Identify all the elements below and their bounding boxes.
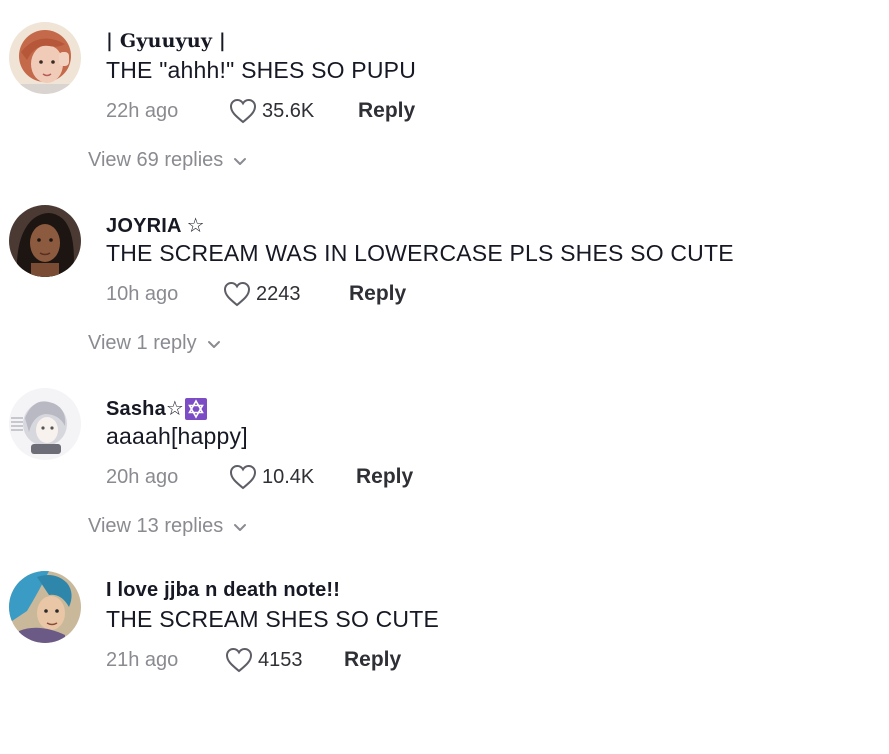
reply-button[interactable]: Reply xyxy=(358,99,415,123)
heart-icon xyxy=(225,647,253,673)
comment-item: | Gyuuyuy | THE "ahhh!" SHES SO PUPU 22h… xyxy=(0,22,889,205)
reply-button[interactable]: Reply xyxy=(349,282,406,306)
chevron-down-icon xyxy=(234,157,247,165)
view-replies-label: View 69 replies xyxy=(88,149,224,171)
chevron-down-icon xyxy=(234,523,247,531)
timestamp: 21h ago xyxy=(106,648,179,671)
username-label: Sasha☆ xyxy=(106,398,185,420)
comment-item: Sasha☆ aaaah[happy] 20h ago 10.4K Reply … xyxy=(0,388,889,571)
view-replies-button[interactable]: View 69 replies xyxy=(88,149,249,172)
heart-icon xyxy=(229,98,257,124)
timestamp: 10h ago xyxy=(106,282,179,305)
comment-item: I love jjba n death note!! THE SCREAM SH… xyxy=(0,571,889,754)
like-count: 35.6K xyxy=(262,99,315,122)
avatar[interactable] xyxy=(9,22,81,94)
heart-icon xyxy=(229,464,257,490)
comment-text: THE "ahhh!" SHES SO PUPU xyxy=(106,57,417,83)
timestamp: 22h ago xyxy=(106,99,179,122)
like-count: 10.4K xyxy=(262,465,315,488)
like-count: 4153 xyxy=(258,648,303,671)
comment-meta: 20h ago 10.4K Reply xyxy=(106,462,413,492)
avatar[interactable] xyxy=(9,388,81,460)
avatar[interactable] xyxy=(9,205,81,277)
chevron-down-icon xyxy=(207,340,220,348)
like-count: 2243 xyxy=(256,282,301,305)
view-replies-label: View 1 reply xyxy=(88,332,197,354)
comment-meta: 22h ago 35.6K Reply xyxy=(106,96,415,126)
heart-icon xyxy=(223,281,251,307)
comment-meta: 10h ago 2243 Reply xyxy=(106,279,406,309)
comment-text: THE SCREAM SHES SO CUTE xyxy=(106,606,440,632)
star-of-david-icon xyxy=(185,397,208,420)
reply-button[interactable]: Reply xyxy=(344,648,401,672)
comment-text: aaaah[happy] xyxy=(106,423,248,449)
username[interactable]: Sasha☆ xyxy=(106,396,208,421)
view-replies-button[interactable]: View 13 replies xyxy=(88,515,249,538)
like-button[interactable]: 4153 xyxy=(224,646,303,674)
username[interactable]: | Gyuuyuy | xyxy=(106,30,226,52)
view-replies-label: View 13 replies xyxy=(88,515,224,537)
comment-item: JOYRIA ☆ THE SCREAM WAS IN LOWERCASE PLS… xyxy=(0,205,889,388)
comment-text: THE SCREAM WAS IN LOWERCASE PLS SHES SO … xyxy=(106,240,734,266)
comment-meta: 21h ago 4153 Reply xyxy=(106,645,401,675)
timestamp: 20h ago xyxy=(106,465,179,488)
reply-button[interactable]: Reply xyxy=(356,465,413,489)
view-replies-button[interactable]: View 1 reply xyxy=(88,332,223,355)
username[interactable]: I love jjba n death note!! xyxy=(106,579,340,602)
like-button[interactable]: 2243 xyxy=(222,280,301,308)
like-button[interactable]: 35.6K xyxy=(228,97,314,125)
like-button[interactable]: 10.4K xyxy=(228,463,314,491)
avatar[interactable] xyxy=(9,571,81,643)
username[interactable]: JOYRIA ☆ xyxy=(106,213,205,238)
